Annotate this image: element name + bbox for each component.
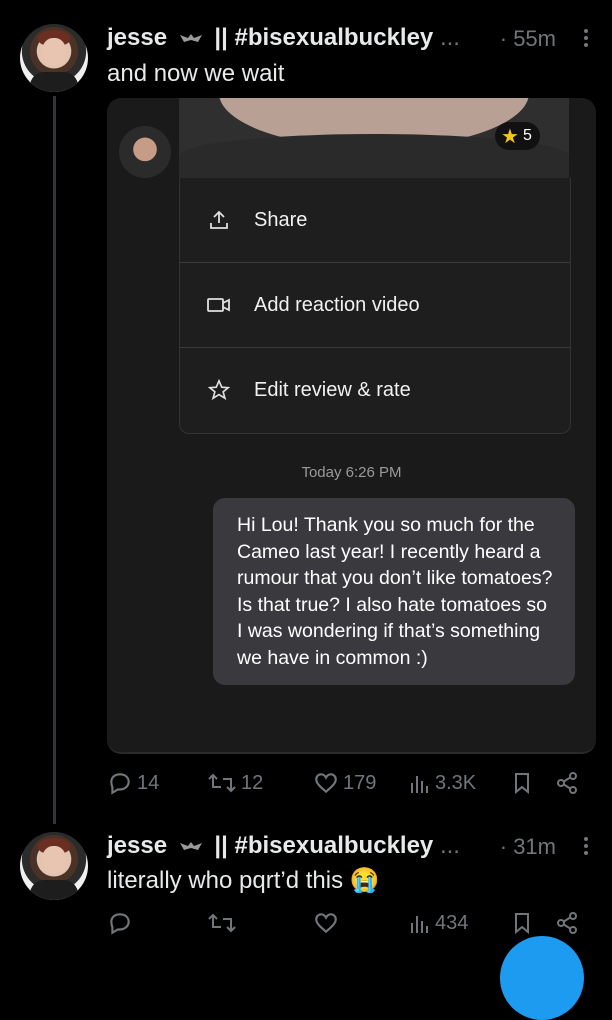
reply-icon [110,773,130,795]
reply-button[interactable] [107,910,133,936]
bat-emoji-icon [179,33,202,42]
share-nodes-icon [557,772,577,794]
more-options-icon[interactable] [584,26,590,50]
avatar[interactable] [20,832,88,900]
bookmark-icon [515,773,529,795]
analytics-icon [411,916,428,933]
share-button[interactable] [555,910,579,936]
display-name-tail: || #bisexualbuckley [214,24,434,51]
post-actions-bar: 14 12 179 3.3K [107,770,587,802]
post-text-content: literally who pqrt’d this [107,867,344,894]
analytics-icon [411,776,428,793]
action-sheet-menu: Share Add reaction video Edit review & r… [179,178,571,434]
post-text: and now we wait [107,60,285,87]
post-image[interactable]: ★ 5 Share Add reaction video Edit review… [107,98,596,754]
post-time[interactable]: · 31m [500,834,556,860]
post-text: literally who pqrt’d this 😭 [107,866,380,895]
more-options-icon[interactable] [584,834,590,858]
video-icon [206,296,232,314]
star-icon [206,379,232,401]
message-timestamp: Today 6:26 PM [301,464,402,481]
reply-button[interactable]: 14 [107,770,159,796]
repost-count: 12 [241,771,264,794]
compose-floating-button[interactable] [500,936,584,1020]
like-button[interactable]: 179 [313,770,376,796]
post-header[interactable]: jesse || #bisexualbuckley ... [107,832,460,860]
star-filled-icon: ★ [501,125,519,148]
truncation-ellipsis: ... [439,24,460,51]
bat-emoji-icon [179,841,202,850]
repost-icon [208,913,236,933]
bookmark-button[interactable] [511,910,533,936]
views-button[interactable]: 3.3K [409,770,476,796]
share-icon [206,209,232,231]
rating-count: 5 [522,127,532,144]
menu-item-label: Add reaction video [254,293,420,316]
post-actions-bar: 434 [107,910,587,942]
post-header[interactable]: jesse || #bisexualbuckley ... [107,24,460,52]
like-button[interactable] [313,910,339,936]
heart-icon [315,913,337,934]
heart-icon [315,773,337,794]
celebrity-avatar [119,126,171,178]
share-nodes-icon [557,912,577,934]
thread-connector-line [53,96,56,824]
reply-icon [110,913,130,935]
post-time[interactable]: · 55m [500,26,556,52]
repost-button[interactable] [207,910,237,936]
author-name[interactable]: jesse [107,24,167,51]
loudly-crying-emoji: 😭 [349,867,380,894]
avatar[interactable] [20,24,88,92]
message-bubble: Hi Lou! Thank you so much for the Cameo … [213,498,575,685]
view-count: 434 [435,911,469,934]
share-button[interactable] [555,770,579,796]
author-name[interactable]: jesse [107,832,167,859]
display-name-tail: || #bisexualbuckley [214,832,434,859]
like-count: 179 [343,771,377,794]
reply-count: 14 [137,771,160,794]
rating-badge: ★ 5 [495,122,540,150]
menu-item-add-reaction-video[interactable]: Add reaction video [180,263,570,348]
truncation-ellipsis: ... [439,832,460,859]
repost-button[interactable]: 12 [207,770,263,796]
menu-item-label: Share [254,208,308,231]
menu-item-edit-review[interactable]: Edit review & rate [180,348,570,432]
views-button[interactable]: 434 [409,910,468,936]
bookmark-button[interactable] [511,770,533,796]
view-count: 3.3K [435,771,477,794]
bookmark-icon [515,913,529,935]
menu-item-label: Edit review & rate [254,378,411,401]
repost-icon [208,773,236,793]
menu-item-share[interactable]: Share [180,178,570,263]
